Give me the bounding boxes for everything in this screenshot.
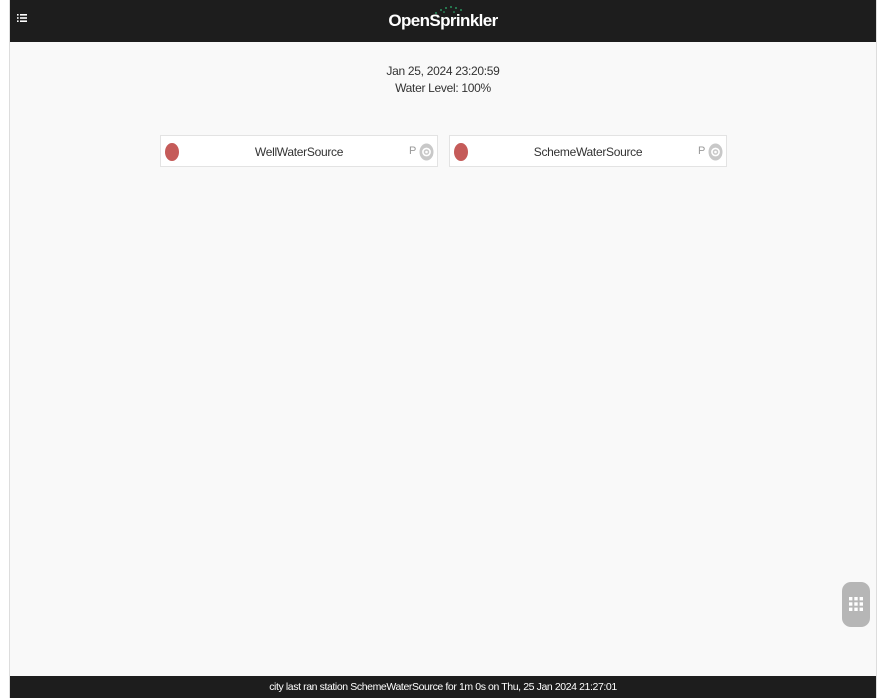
station-card-wellwatersource[interactable]: WellWaterSource P: [160, 135, 438, 167]
gear-icon[interactable]: [419, 143, 434, 161]
last-run-message: city last ran station SchemeWaterSource …: [269, 681, 617, 693]
status-footer: city last ran station SchemeWaterSource …: [10, 676, 876, 698]
header-bar: OpenSprinkler: [10, 0, 876, 42]
grid-icon: [849, 597, 863, 611]
station-name: WellWaterSource: [254, 145, 344, 159]
gear-icon[interactable]: [708, 143, 723, 161]
quick-actions-button[interactable]: [842, 582, 870, 627]
station-card-schemewatersource[interactable]: SchemeWaterSource P: [449, 135, 727, 167]
station-pause-flag: P: [409, 145, 417, 157]
water-level: Water Level: 100%: [395, 81, 491, 95]
station-pause-flag: P: [698, 145, 706, 157]
sprinkler-drops-icon: [435, 6, 463, 14]
current-datetime: Jan 25, 2024 23:20:59: [386, 64, 500, 78]
station-name: SchemeWaterSource: [533, 145, 643, 159]
app-logo: OpenSprinkler: [10, 0, 876, 30]
app-frame: OpenSprinkler Jan 25, 2024 23:20:59 Wate…: [9, 0, 877, 698]
controller-status: Jan 25, 2024 23:20:59 Water Level: 100%: [10, 63, 876, 97]
